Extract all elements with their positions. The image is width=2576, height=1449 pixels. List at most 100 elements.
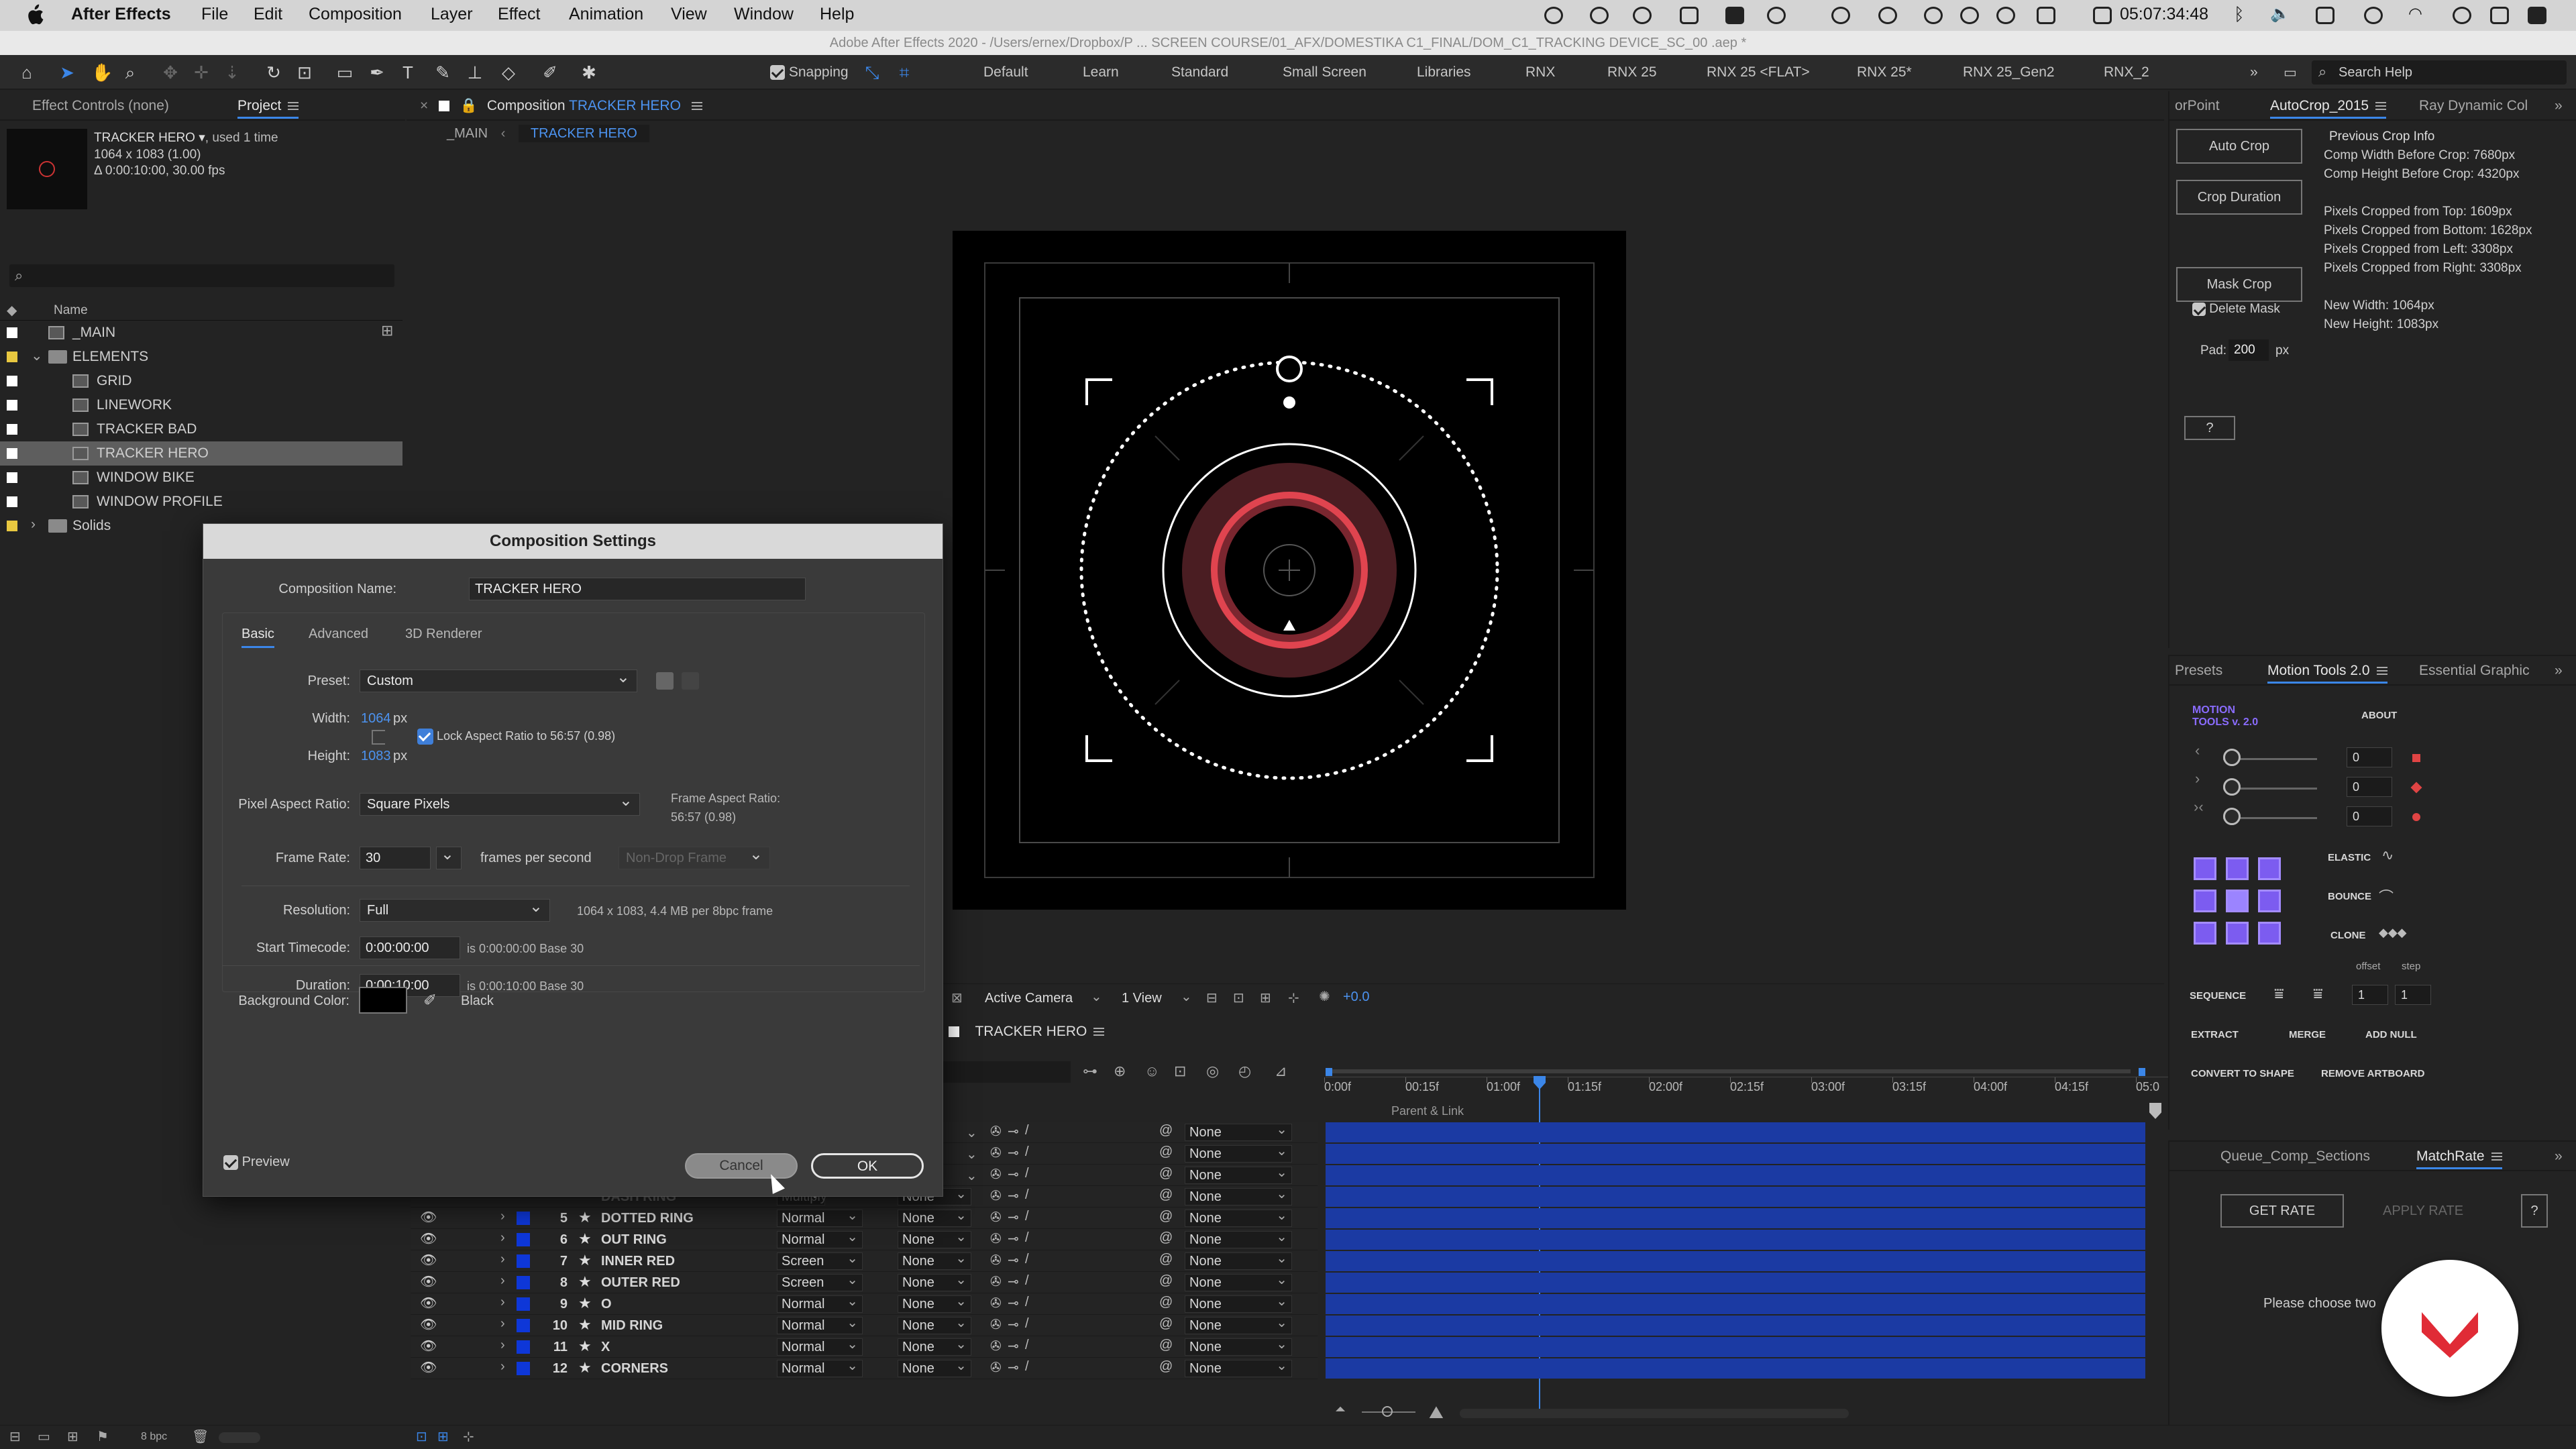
layer-switch-icon[interactable]: ✇	[990, 1209, 1002, 1226]
tab-basic[interactable]: Basic	[241, 627, 274, 648]
parent-dropdown[interactable]: None	[1185, 1272, 1292, 1291]
matchrate-help-button[interactable]: ?	[2521, 1194, 2548, 1228]
eyedropper-icon[interactable]: ✐	[423, 991, 437, 1010]
layer-switch-icon[interactable]: /	[1025, 1273, 1029, 1289]
layer-name[interactable]: O	[601, 1297, 612, 1312]
track-matte-arrow-icon[interactable]: ⌄	[966, 1167, 977, 1184]
layer-duration-bar[interactable]	[1326, 1294, 2145, 1314]
type-tool-icon[interactable]: T	[398, 63, 417, 82]
rectangle-tool-icon[interactable]: ▭	[335, 63, 354, 82]
ease-both-icon[interactable]: ›‹	[2194, 798, 2204, 816]
layer-switch-icon[interactable]: ⊸	[1008, 1338, 1019, 1354]
ease-out-icon[interactable]: ›	[2195, 770, 2200, 788]
tab-orpoint[interactable]: orPoint	[2175, 98, 2220, 114]
layer-switch-icon[interactable]: ✇	[990, 1166, 1002, 1183]
ease-both-slider[interactable]	[2223, 808, 2241, 825]
layer-label-color[interactable]	[517, 1212, 530, 1225]
start-timecode-input[interactable]: 0:00:00:00	[360, 936, 460, 959]
layer-switch-icon[interactable]: /	[1025, 1252, 1029, 1267]
parent-dropdown[interactable]: None	[1185, 1208, 1292, 1227]
layer-expand-icon[interactable]: ›	[500, 1316, 505, 1332]
visibility-eye-icon[interactable]: 👁	[420, 1338, 437, 1354]
layer-switch-icon[interactable]: /	[1025, 1359, 1029, 1375]
region-icon[interactable]: ⊠	[951, 989, 963, 1006]
layer-name[interactable]: X	[601, 1340, 610, 1355]
toggle-pixel-icon[interactable]: ⊟	[1206, 989, 1218, 1006]
visibility-eye-icon[interactable]: 👁	[420, 1230, 437, 1247]
menu-help[interactable]: Help	[820, 5, 854, 24]
layer-switch-icon[interactable]: ✇	[990, 1187, 1002, 1204]
lock-aspect-checkbox[interactable]: Lock Aspect Ratio to 56:57 (0.98)	[417, 729, 615, 745]
tab-project[interactable]: Project	[237, 98, 299, 119]
view-layout-dropdown[interactable]: 1 View ⌄	[1115, 988, 1195, 1008]
about-button[interactable]: ABOUT	[2361, 710, 2397, 721]
layer-label-color[interactable]	[517, 1362, 530, 1375]
status-icon-6[interactable]	[1767, 7, 1786, 24]
track-matte-dropdown[interactable]: None	[898, 1229, 971, 1248]
moon-icon[interactable]	[1960, 7, 1979, 24]
ease-out-slider[interactable]	[2223, 778, 2241, 796]
tab-presets[interactable]: Presets	[2175, 663, 2222, 679]
layer-duration-bar[interactable]	[1326, 1316, 2145, 1336]
tab-autocrop[interactable]: AutoCrop_2015	[2270, 98, 2387, 119]
table-row[interactable]: 👁 › 8 ★ OUTER RED Screen None ✇ ⊸ / @ None	[411, 1272, 1318, 1293]
label-color-swatch[interactable]	[7, 352, 17, 362]
label-color-swatch[interactable]	[7, 424, 17, 435]
panel-overflow-icon[interactable]: »	[2555, 98, 2563, 114]
zoom-tool-icon[interactable]: ⌕	[121, 63, 140, 82]
layer-switch-icon[interactable]: ⊸	[1008, 1166, 1019, 1183]
merge-button[interactable]: MERGE	[2289, 1029, 2326, 1040]
autocrop-help-button[interactable]: ?	[2184, 416, 2235, 440]
anchor-grid[interactable]	[2194, 857, 2294, 958]
user-icon[interactable]	[2364, 7, 2383, 24]
close-tab-icon[interactable]: ×	[420, 98, 428, 114]
layer-switch-icon[interactable]: ⊸	[1008, 1273, 1019, 1290]
menu-effect[interactable]: Effect	[498, 5, 540, 24]
apple-logo-icon[interactable]	[25, 4, 44, 25]
preset-dropdown[interactable]: Custom	[360, 667, 637, 692]
parent-dropdown[interactable]: None	[1185, 1165, 1292, 1184]
layer-switch-icon[interactable]: /	[1025, 1316, 1029, 1332]
track-matte-dropdown[interactable]: None	[898, 1358, 971, 1377]
pickwhip-icon[interactable]: @	[1159, 1166, 1173, 1181]
status-icon-5[interactable]	[1725, 7, 1744, 24]
sequence-button[interactable]: SEQUENCE	[2190, 990, 2246, 1002]
layer-switch-icon[interactable]: ✇	[990, 1338, 1002, 1354]
convert-to-shape-button[interactable]: CONVERT TO SHAPE	[2191, 1068, 2294, 1079]
project-item[interactable]: LINEWORK	[0, 393, 402, 417]
pickwhip-icon[interactable]: @	[1159, 1144, 1173, 1160]
layer-duration-bar[interactable]	[1326, 1273, 2145, 1293]
workspace-rnx-25-star[interactable]: RNX 25*	[1857, 64, 1912, 80]
breadcrumb-current[interactable]: TRACKER HERO	[518, 125, 649, 142]
ease-in-slider[interactable]	[2223, 749, 2241, 766]
tab-advanced[interactable]: Advanced	[309, 627, 368, 642]
layer-expand-icon[interactable]: ›	[500, 1359, 505, 1375]
flowchart-view-icon[interactable]: ⊹	[1288, 989, 1299, 1006]
status-icon-9[interactable]	[1924, 7, 1943, 24]
layer-switch-icon[interactable]: ⊸	[1008, 1316, 1019, 1333]
trash-icon[interactable]: 🗑	[192, 1428, 209, 1445]
home-icon[interactable]: ⌂	[17, 63, 36, 82]
layer-label-color[interactable]	[517, 1254, 530, 1268]
blend-mode-dropdown[interactable]: Normal	[777, 1229, 863, 1248]
snapping-checkbox[interactable]	[770, 65, 785, 80]
project-item[interactable]: TRACKER BAD	[0, 417, 402, 441]
tab-3d-renderer[interactable]: 3D Renderer	[405, 627, 482, 642]
table-row[interactable]: 👁 › 10 ★ MID RING Normal None ✇ ⊸ / @ None	[411, 1315, 1318, 1336]
parent-dropdown[interactable]: None	[1185, 1250, 1292, 1270]
in-out-icon[interactable]: ⊹	[463, 1428, 474, 1445]
wifi-icon[interactable]: ◠	[2408, 4, 2427, 23]
track-matte-dropdown[interactable]: None	[898, 1250, 971, 1270]
label-column-icon[interactable]: ◆	[7, 302, 17, 319]
layer-expand-icon[interactable]: ›	[500, 1209, 505, 1224]
thumbnail-size-slider[interactable]	[219, 1432, 260, 1443]
label-color-swatch[interactable]	[7, 448, 17, 459]
layer-switch-icon[interactable]: ⊸	[1008, 1252, 1019, 1269]
layer-switch-icon[interactable]: ✇	[990, 1252, 1002, 1269]
transfer-controls-icon[interactable]: ⊞	[437, 1428, 449, 1445]
ease-in-value[interactable]: 0	[2347, 747, 2392, 767]
track-matte-dropdown[interactable]: None	[898, 1336, 971, 1356]
layer-switch-icon[interactable]: ⊸	[1008, 1359, 1019, 1376]
workspace-small-screen[interactable]: Small Screen	[1283, 64, 1366, 80]
layer-switch-icon[interactable]: ⊸	[1008, 1144, 1019, 1161]
